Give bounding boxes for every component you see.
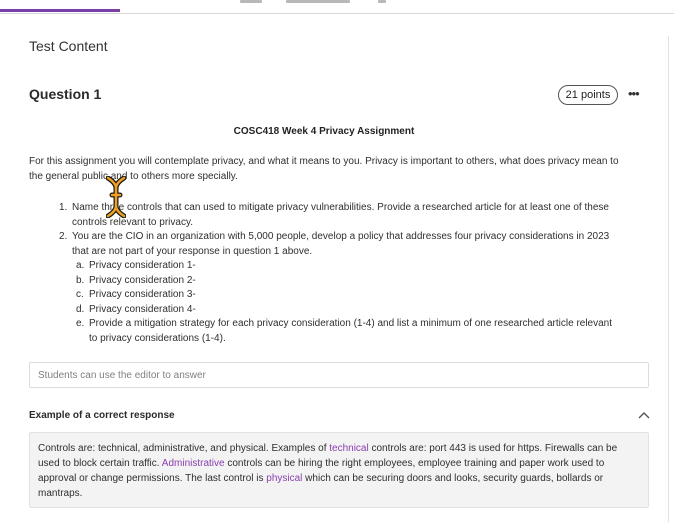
sub-list-letter: c.: [76, 289, 84, 300]
sub-list-text: Privacy consideration 2-: [89, 274, 196, 286]
sub-list-letter: a.: [76, 260, 85, 271]
example-response-header[interactable]: Example of a correct response: [29, 409, 651, 425]
assignment-heading: COSC418 Week 4 Privacy Assignment: [233, 126, 415, 137]
sub-list-text: Provide a mitigation strategy for each p…: [89, 318, 613, 344]
points-badge: 21 points: [558, 85, 618, 105]
list-number: 2.: [59, 231, 68, 242]
highlight-physical: physical: [266, 473, 303, 484]
question-header: Question 1 21 points •••: [29, 85, 646, 107]
sub-list-item: a. Privacy consideration 1-: [76, 259, 619, 274]
list-item: 2. You are the CIO in an organization wi…: [59, 230, 619, 259]
highlight-administrative: Administrative: [161, 458, 225, 469]
sub-list-item: b. Privacy consideration 2-: [76, 274, 619, 289]
sub-list: a. Privacy consideration 1- b. Privacy c…: [76, 259, 619, 346]
tab-text-fragment: [378, 0, 386, 3]
chevron-up-icon[interactable]: [637, 410, 651, 422]
sub-list-item: c. Privacy consideration 3-: [76, 288, 619, 303]
top-tab-strip: [0, 0, 674, 14]
example-response-box: Controls are: technical, administrative,…: [29, 432, 649, 508]
answer-editor[interactable]: Students can use the editor to answer: [29, 362, 649, 388]
active-tab-indicator: [0, 9, 120, 12]
tab-text-fragment: [240, 0, 262, 3]
tab-text-fragment: [286, 0, 350, 3]
list-text: You are the CIO in an organization with …: [72, 231, 610, 257]
highlight-technical: technical: [329, 443, 369, 454]
list-number: 1.: [59, 202, 68, 213]
sub-list-item: d. Privacy consideration 4-: [76, 303, 619, 318]
sub-list-item: e. Provide a mitigation strategy for eac…: [76, 317, 619, 346]
answer-placeholder: Students can use the editor to answer: [38, 370, 206, 381]
sub-list-letter: d.: [76, 303, 85, 315]
section-title: Test Content: [29, 38, 108, 54]
example-text-part: Controls are: technical, administrative,…: [38, 443, 330, 454]
more-horizontal-icon[interactable]: •••: [628, 86, 640, 102]
example-response-text: Controls are: technical, administrative,…: [38, 441, 638, 501]
sub-list-text: Privacy consideration 1-: [89, 260, 196, 271]
assignment-list: 1. Name three controls that can used to …: [59, 201, 619, 346]
list-item: 1. Name three controls that can used to …: [59, 201, 619, 230]
right-scroll-rail: [668, 36, 669, 522]
sub-list-letter: e.: [76, 318, 85, 329]
list-text: Name three controls that can used to mit…: [72, 202, 609, 228]
sub-list-letter: b.: [76, 274, 85, 286]
text-cursor-icon: [106, 176, 126, 218]
question-title: Question 1: [29, 86, 102, 102]
example-response-title: Example of a correct response: [29, 410, 175, 421]
sub-list-text: Privacy consideration 4-: [89, 303, 196, 315]
sub-list-text: Privacy consideration 3-: [89, 289, 196, 300]
